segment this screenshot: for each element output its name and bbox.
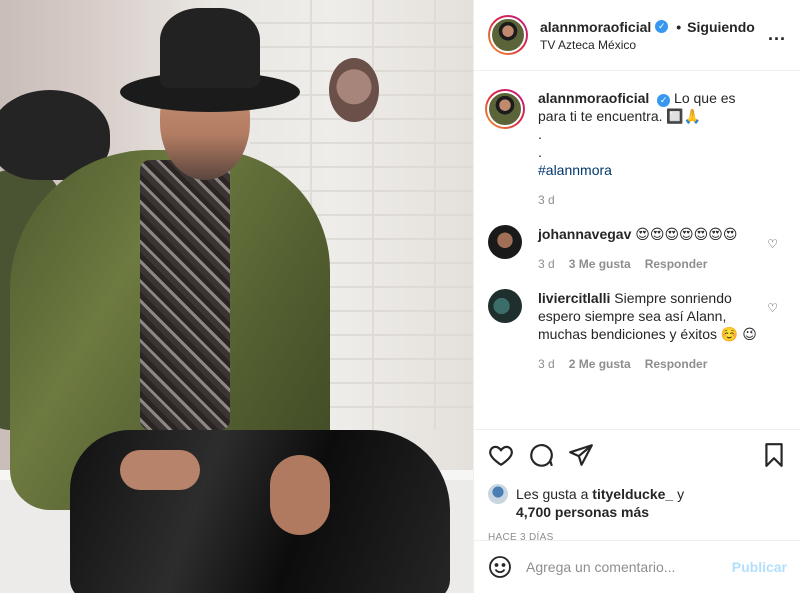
reply-button[interactable]: Responder [645, 255, 708, 273]
hashtag-link[interactable]: #alannmora [538, 161, 763, 179]
caption-dot-1: . [538, 126, 542, 142]
caption: alannmoraoficial ✓ Lo que es para ti te … [485, 89, 786, 209]
comment-meta: 3 d 3 Me gusta Responder [538, 255, 763, 273]
header-text: alannmoraoficial ✓ • Siguiendo TV Azteca… [540, 19, 755, 52]
liker-avatar[interactable] [488, 484, 508, 504]
comment-username[interactable]: liviercitlalli [538, 290, 610, 306]
hand-right [270, 455, 330, 535]
comment-likes[interactable]: 3 Me gusta [569, 255, 631, 273]
caption-username[interactable]: alannmoraoficial [538, 90, 649, 106]
likes-prefix: Les gusta a [516, 486, 589, 502]
verified-icon: ✓ [655, 20, 669, 33]
comment-likes[interactable]: 2 Me gusta [569, 355, 631, 373]
comment-item: johannavegav 😍😍😍😍😍😍😍 3 d 3 Me gusta Resp… [488, 225, 786, 273]
publish-button[interactable]: Publicar [732, 559, 787, 575]
cowboy-hat-crown [160, 8, 260, 88]
author-username[interactable]: alannmoraoficial [540, 19, 651, 35]
post-header: alannmoraoficial ✓ • Siguiendo TV Azteca… [474, 0, 800, 71]
caption-avatar-image [487, 91, 523, 127]
comment-icon[interactable] [528, 442, 554, 468]
comment-like-heart-icon[interactable]: ♡ [767, 301, 778, 315]
comment-like-heart-icon[interactable]: ♡ [767, 237, 778, 251]
post-side-panel: alannmoraoficial ✓ • Siguiendo TV Azteca… [473, 0, 800, 593]
following-button[interactable]: Siguiendo [687, 19, 755, 35]
commenter-avatar[interactable] [488, 225, 522, 259]
more-options-icon[interactable]: ... [768, 24, 786, 45]
likes-summary: Les gusta a tityelducke_ y [488, 484, 787, 504]
liker-username[interactable]: tityelducke_ [592, 485, 673, 503]
post-actions: Les gusta a tityelducke_ y 4,700 persona… [474, 429, 800, 543]
comment-meta: 3 d 2 Me gusta Responder [538, 355, 763, 373]
author-avatar-image [490, 17, 526, 53]
commenter-avatar[interactable] [488, 289, 522, 323]
post-photo[interactable] [0, 0, 473, 593]
share-icon[interactable] [568, 442, 594, 468]
caption-avatar[interactable] [485, 89, 525, 129]
instagram-post-view: alannmoraoficial ✓ • Siguiendo TV Azteca… [0, 0, 800, 593]
likes-count[interactable]: 4,700 personas más [488, 504, 787, 520]
bookmark-icon[interactable] [761, 442, 787, 468]
hand-left [120, 450, 200, 490]
caption-age[interactable]: 3 d [538, 191, 555, 209]
comment-body: liviercitlalli Siempre sonriendo espero … [538, 289, 763, 373]
wall-clock [329, 58, 379, 122]
likes-joiner: y [677, 486, 685, 502]
caption-dot-2: . [538, 144, 542, 160]
comment-item: liviercitlalli Siempre sonriendo espero … [488, 289, 786, 373]
comment-age[interactable]: 3 d [538, 255, 555, 273]
comment-username[interactable]: johannavegav [538, 226, 631, 242]
reply-button[interactable]: Responder [645, 355, 708, 373]
comment-text: 😍😍😍😍😍😍😍 [635, 226, 738, 242]
caption-meta: 3 d [538, 191, 763, 209]
add-comment-bar: Publicar [474, 540, 800, 593]
location-link[interactable]: TV Azteca México [540, 38, 755, 52]
emoji-icon[interactable] [488, 555, 512, 579]
separator-dot: • [676, 18, 682, 35]
author-avatar[interactable] [488, 15, 528, 55]
heart-icon[interactable] [488, 442, 514, 468]
comment-body: johannavegav 😍😍😍😍😍😍😍 3 d 3 Me gusta Resp… [538, 225, 763, 273]
comments-section: alannmoraoficial ✓ Lo que es para ti te … [474, 71, 800, 429]
comment-input[interactable] [526, 559, 732, 575]
header-row: alannmoraoficial ✓ • Siguiendo [540, 19, 755, 35]
comment-age[interactable]: 3 d [538, 355, 555, 373]
patterned-shirt [140, 160, 230, 430]
caption-body: alannmoraoficial ✓ Lo que es para ti te … [538, 89, 763, 209]
verified-icon: ✓ [657, 93, 671, 107]
action-icons [488, 440, 787, 470]
